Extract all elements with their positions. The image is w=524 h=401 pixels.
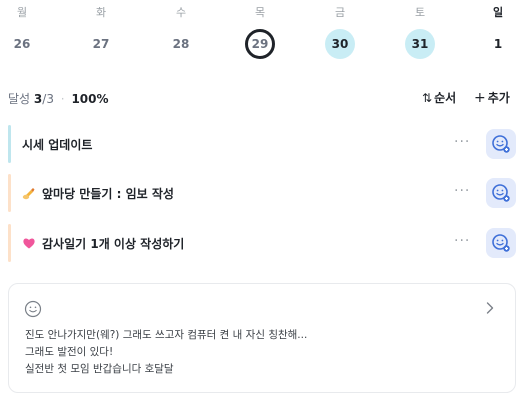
weekday-label: 월 <box>16 6 28 19</box>
task-title-wrapper: 감사일기 1개 이상 작성하기 <box>22 235 184 252</box>
daily-routine-screen: 월 26 화 27 수 28 목 29 금 30 토 31 일 1 달성 3/3… <box>0 0 524 401</box>
daily-memo-card[interactable]: 진도 안나가지만(웨?) 그래도 쓰고자 컴퓨터 켠 내 자신 칭찬해... 그… <box>8 283 516 393</box>
date-number: 26 <box>13 37 31 51</box>
weekday-label: 금 <box>334 6 346 19</box>
writing-hand-icon <box>22 188 35 200</box>
date-number: 27 <box>92 37 110 51</box>
plus-icon: + <box>474 90 486 106</box>
day-tue[interactable]: 화 27 <box>81 0 121 66</box>
smile-plus-icon <box>492 135 510 153</box>
more-options-icon[interactable]: ··· <box>454 233 470 249</box>
date-number-today: 29 <box>245 29 275 59</box>
achievement-summary: 달성 3/3 · 100% <box>8 90 109 107</box>
add-reaction-button[interactable] <box>486 228 516 258</box>
task-row[interactable]: 앞마당 만들기 : 임보 작성 ··· <box>8 174 516 212</box>
achievement-total: /3 <box>42 92 54 106</box>
add-task-button[interactable]: + 추가 <box>474 89 510 106</box>
task-title: 감사일기 1개 이상 작성하기 <box>42 237 185 251</box>
sort-arrows-icon: ⇅ <box>422 91 433 105</box>
task-title: 앞마당 만들기 : 임보 작성 <box>42 187 174 201</box>
day-fri[interactable]: 금 30 <box>320 0 360 66</box>
task-row[interactable]: 감사일기 1개 이상 작성하기 ··· <box>8 224 516 262</box>
achievement-percent: 100% <box>71 92 109 106</box>
memo-text: 진도 안나가지만(웨?) 그래도 쓰고자 컴퓨터 켠 내 자신 칭찬해... 그… <box>25 327 307 378</box>
smile-plus-icon <box>492 234 510 252</box>
task-accent-bar <box>8 174 11 212</box>
sort-order-button[interactable]: ⇅ 순서 <box>422 89 456 106</box>
sort-label: 순서 <box>434 91 457 105</box>
task-accent-bar <box>8 224 11 262</box>
weekday-label: 수 <box>175 6 187 19</box>
weekday-label: 일 <box>492 6 504 19</box>
task-row[interactable]: 시세 업데이트 ··· <box>8 125 516 163</box>
smile-plus-icon <box>492 184 510 202</box>
date-number: 1 <box>493 37 503 51</box>
achievement-label: 달성 <box>8 92 31 106</box>
day-thu-today[interactable]: 목 29 <box>240 0 280 66</box>
memo-line: 진도 안나가지만(웨?) 그래도 쓰고자 컴퓨터 켠 내 자신 칭찬해... <box>25 329 308 341</box>
weekday-label: 토 <box>414 6 426 19</box>
chevron-right-icon[interactable] <box>485 301 495 315</box>
memo-line: 실전반 첫 모임 반갑습니다 호달달 <box>25 363 174 375</box>
weekday-label: 목 <box>254 6 266 19</box>
date-number: 28 <box>172 37 190 51</box>
smile-icon <box>24 300 42 318</box>
add-reaction-button[interactable] <box>486 129 516 159</box>
day-mon[interactable]: 월 26 <box>2 0 42 66</box>
task-accent-bar <box>8 125 11 163</box>
weekday-label: 화 <box>95 6 107 19</box>
day-sun[interactable]: 일 1 <box>478 0 518 66</box>
pink-heart-icon <box>23 238 35 249</box>
separator-dot: · <box>60 92 65 106</box>
week-calendar-strip: 월 26 화 27 수 28 목 29 금 30 토 31 일 1 <box>0 0 524 70</box>
task-title: 시세 업데이트 <box>22 138 93 152</box>
day-wed[interactable]: 수 28 <box>161 0 201 66</box>
more-options-icon[interactable]: ··· <box>454 134 470 150</box>
memo-line: 그래도 발전이 있다! <box>25 346 114 358</box>
more-options-icon[interactable]: ··· <box>454 183 470 199</box>
add-label: 추가 <box>487 91 510 105</box>
day-sat[interactable]: 토 31 <box>400 0 440 66</box>
add-reaction-button[interactable] <box>486 178 516 208</box>
task-title-wrapper: 앞마당 만들기 : 임보 작성 <box>22 185 174 202</box>
date-number-completed: 31 <box>405 29 435 59</box>
date-number-completed: 30 <box>325 29 355 59</box>
